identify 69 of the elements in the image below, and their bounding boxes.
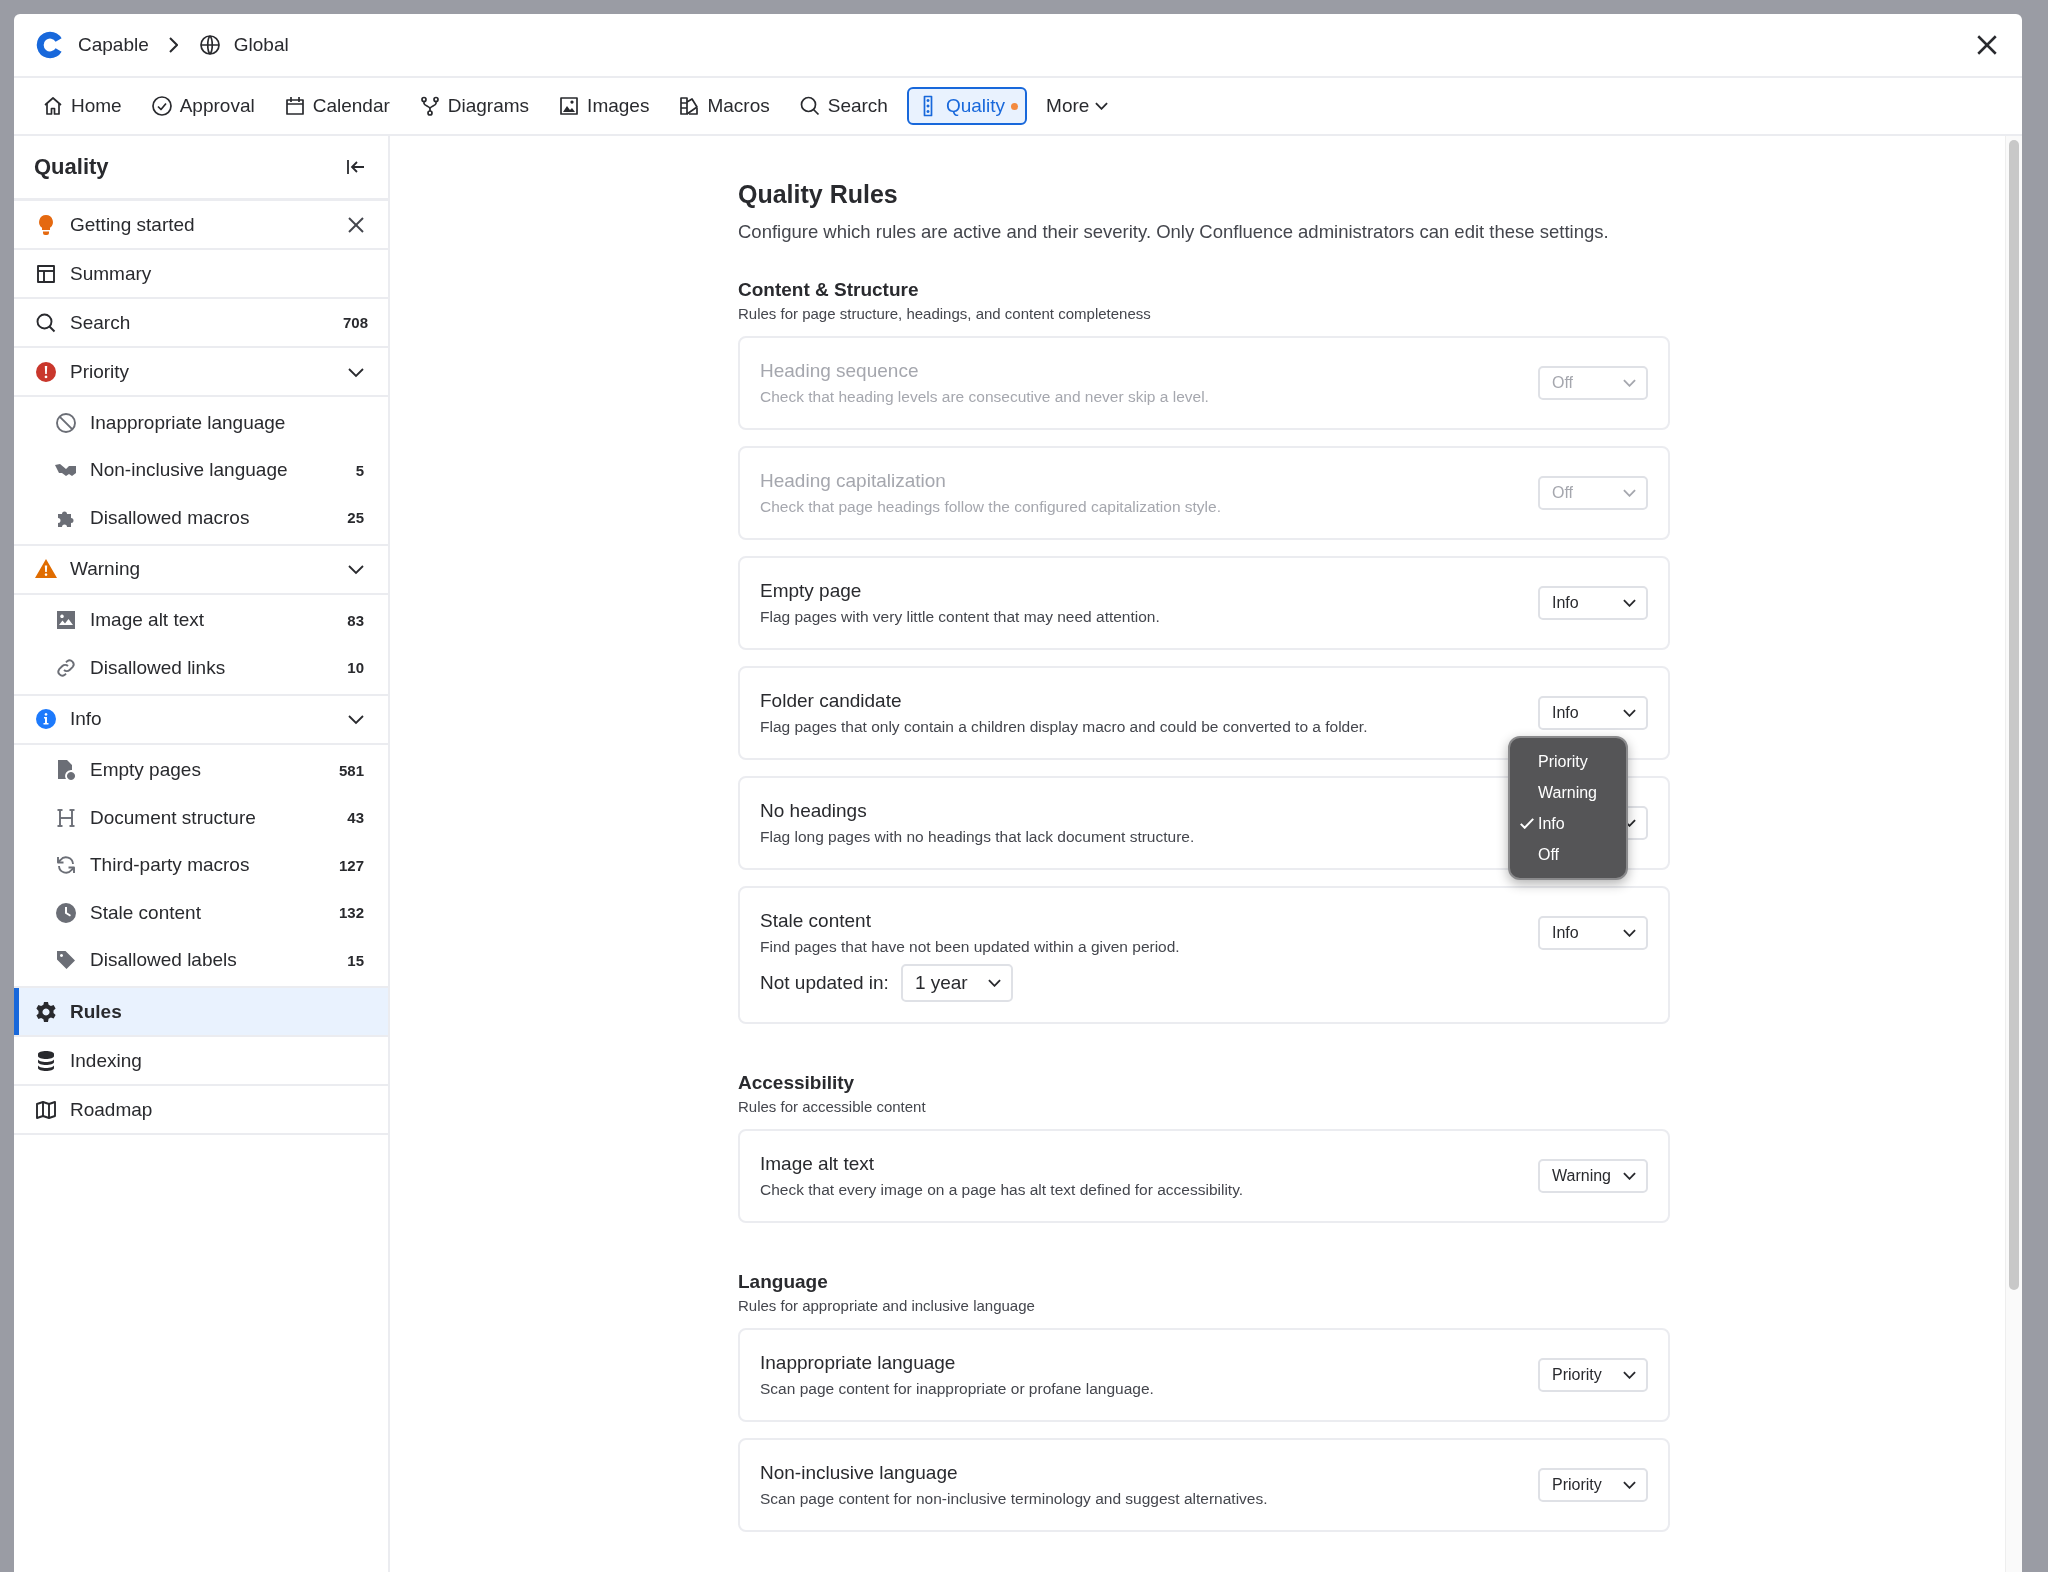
section-subtitle: Rules for accessible content <box>738 1098 927 1115</box>
section-subtitle: Rules for page structure, headings, and content completeness <box>738 305 1152 322</box>
section-title: Language <box>738 1271 829 1293</box>
sidebar-subitem[interactable]: Image alt text 83 <box>14 596 388 644</box>
rule-description: Find pages that have not been updated within a given period. <box>760 938 1181 956</box>
severity-select[interactable]: Info <box>1538 586 1648 620</box>
app-name[interactable]: Capable <box>78 34 149 56</box>
rule-name: Image alt text <box>760 1153 876 1175</box>
section-subtitle: Rules for appropriate and inclusive language <box>738 1297 1036 1314</box>
sidebar-subitem[interactable]: Disallowed macros 25 <box>14 494 388 542</box>
severity-select[interactable]: Priority <box>1538 1358 1648 1392</box>
rule-description: Scan page content for non-inclusive terminology and suggest alternatives. <box>760 1490 1269 1508</box>
nav-tab[interactable]: Macros <box>668 87 779 125</box>
rule-name: Empty page <box>760 580 863 602</box>
menu-option[interactable]: Off <box>1538 845 1560 864</box>
sidebar-subitem[interactable]: Disallowed links 10 <box>14 644 388 692</box>
rule-name: Stale content <box>760 910 872 932</box>
nav-tab[interactable]: More <box>1037 88 1118 124</box>
rule-description: Flag pages that only contain a children display macro and could be converted to a folder. <box>760 718 1369 736</box>
rule-name: Heading sequence <box>760 360 920 382</box>
sidebar-subitem[interactable]: Third-party macros 127 <box>14 841 388 889</box>
severity-select[interactable]: Priority <box>1538 1468 1648 1502</box>
space-name[interactable]: Global <box>233 34 289 56</box>
sidebar-subitem[interactable]: Document structure 43 <box>14 794 388 842</box>
rule-name: Non-inclusive language <box>760 1462 959 1484</box>
sidebar-item[interactable]: Priority <box>14 348 388 397</box>
sidebar-item[interactable]: Roadmap <box>14 1086 388 1135</box>
period-select[interactable]: 1 year <box>900 964 1013 1002</box>
nav-tab[interactable]: Calendar <box>273 87 399 125</box>
rule-description: Flag long pages with no headings that lack document structure. <box>760 828 1196 846</box>
sidebar-item[interactable]: Indexing <box>14 1037 388 1086</box>
page-title: Quality Rules <box>738 180 899 209</box>
rule-description: Check that every image on a page has alt text defined for accessibility. <box>760 1181 1245 1199</box>
sidebar-subitem[interactable]: Inappropriate language <box>14 399 388 447</box>
sidebar-item[interactable]: Warning <box>14 545 388 595</box>
rule-description: Flag pages with very little content that may need attention. <box>760 608 1161 626</box>
sidebar-item[interactable]: Getting started <box>14 201 388 250</box>
period-label: Not updated in: <box>760 972 889 994</box>
section-title: Accessibility <box>738 1072 856 1094</box>
nav-tab[interactable]: Quality <box>906 87 1028 125</box>
nav-tab[interactable]: Home <box>32 87 131 125</box>
section-title: Content & Structure <box>738 279 920 301</box>
rule-name: Inappropriate language <box>760 1352 957 1374</box>
page-description: Configure which rules are active and their severity. Only Confluence administrators can edit these settings. <box>738 221 1610 243</box>
severity-select[interactable]: Info <box>1538 696 1648 730</box>
sidebar-item[interactable]: Summary <box>14 250 388 299</box>
nav-tab[interactable]: Approval <box>140 87 264 125</box>
sidebar-subitem[interactable]: Non-inclusive language 5 <box>14 446 388 494</box>
menu-option[interactable]: Priority <box>1538 752 1588 771</box>
rule-description: Check that page headings follow the configured capitalization style. <box>760 498 1222 516</box>
nav-tab[interactable]: Images <box>548 87 659 125</box>
sidebar-item[interactable]: Rules <box>14 988 388 1037</box>
sidebar-subitem[interactable]: Stale content 132 <box>14 889 388 937</box>
menu-option[interactable]: Warning <box>1538 783 1597 802</box>
sidebar-subitem[interactable]: Empty pages 581 <box>14 746 388 794</box>
sidebar-title: Quality <box>34 154 109 180</box>
severity-select[interactable]: Warning <box>1538 1159 1648 1193</box>
rule-name: No headings <box>760 800 868 822</box>
rule-name: Heading capitalization <box>760 470 947 492</box>
rule-name: Folder candidate <box>760 690 903 712</box>
sidebar-item[interactable]: Info <box>14 695 388 745</box>
sidebar-subitem[interactable]: Disallowed labels 15 <box>14 936 388 984</box>
rule-description: Check that heading levels are consecutive and never skip a level. <box>760 388 1210 406</box>
severity-select[interactable]: Info <box>1538 916 1648 950</box>
rule-description: Scan page content for inappropriate or profane language. <box>760 1380 1155 1398</box>
nav-tab[interactable]: Diagrams <box>408 87 539 125</box>
menu-option[interactable]: Info <box>1538 814 1565 833</box>
sidebar-item[interactable]: Search 708 <box>14 299 388 348</box>
nav-tab[interactable]: Search <box>788 87 897 125</box>
